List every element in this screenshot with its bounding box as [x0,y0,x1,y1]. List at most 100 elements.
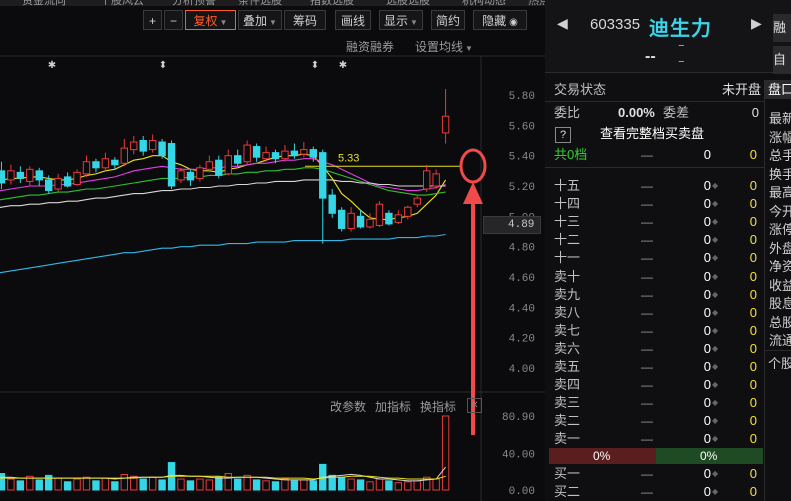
level-volume: 0 [703,413,711,429]
side-panel: 盘口 最新 涨幅 总手 换手 最高 今开 涨停 外盘 净资 收益 股息 总股 流通 个股 [764,80,791,501]
sell-level-row[interactable]: 卖十 —0 ◆ 0 [545,268,764,286]
pankou-tab[interactable]: 盘口 [765,80,791,99]
diamond-icon: ◆ [712,181,719,190]
sell-level-row[interactable]: 卖四 —0 ◆ 0 [545,376,764,394]
volume-bar [16,480,25,491]
divider [545,101,764,102]
volume-bar [394,482,403,491]
candle-body [347,212,355,229]
sell-level-row[interactable]: 十三 —0 ◆ 0 [545,213,764,231]
candle-body [177,170,185,181]
price-tick-label: 4.40 [509,303,535,315]
sell-level-row[interactable]: 十四 —0 ◆ 0 [545,195,764,213]
candle-body [186,171,195,181]
volume-bar [148,476,157,491]
event-marker-icon[interactable]: ⬍ [159,60,167,71]
event-marker-icon[interactable]: ✱ [339,60,347,71]
volume-bar [375,478,384,491]
total-dash: — [641,148,653,162]
candle-body [432,173,440,187]
weicha-value: 0 [751,105,759,120]
full-book-row[interactable]: ? 查看完整档买卖盘 [545,125,764,143]
volume-tick-label: 40.00 [502,449,535,461]
side-item: 净资 [769,259,791,274]
sell-level-row[interactable]: 卖二 —0 ◆ 0 [545,412,764,430]
diamond-icon: ◆ [712,487,719,496]
candlestick-chart[interactable]: ✱⬍⬍✱5.805.605.405.205.004.804.604.404.20… [0,0,545,501]
quote-header: ◀ 603335 迪生力 ▶ -- − − 融 自 [545,0,791,74]
candle-body [243,144,251,163]
volume-bar [101,477,110,491]
event-marker-icon[interactable]: ⬍ [311,60,319,71]
ma-value-label: 5.33 [338,152,359,164]
prev-stock-icon[interactable]: ◀ [557,15,568,32]
candle-body [271,152,280,160]
candle-body [290,150,299,157]
volume-bar [309,480,318,491]
price-tick-label: 4.60 [509,273,535,285]
side-item: 收益 [769,277,791,293]
level-label: 卖十 [554,268,581,284]
volume-bar [0,473,6,491]
total-row: 共0档 — 0 0 [545,146,764,164]
side-item: 换手 [769,166,791,182]
buy-level-row[interactable]: 买一 —0 ◆ 0 [545,465,764,483]
volume-bar [234,478,242,491]
level-volume: 0 [703,268,711,284]
diamond-icon: ◆ [712,253,719,263]
level-volume: 0 [703,214,711,230]
candle-body [205,161,214,170]
sell-level-row[interactable]: 卖九 —0 ◆ 0 [545,286,764,304]
candle-body [423,170,431,190]
volume-bar [196,478,204,491]
sell-level-row[interactable]: 卖五 —0 ◆ 0 [545,358,764,376]
weibi-value: 0.00% [618,105,655,120]
level-change: 0 [749,268,757,284]
price-tick-label: 5.20 [509,182,535,194]
level-change: 0 [749,431,757,447]
huanzhibiao-link[interactable]: 换指标 [420,398,456,415]
event-marker-icon[interactable]: ✱ [48,60,56,71]
side-item: 总股 [769,314,791,330]
level-label: 十五 [554,178,581,193]
rongzi-tab[interactable]: 融 [773,14,791,42]
quote-panel: ◀ 603335 迪生力 ▶ -- − − 融 自 交易状态 未开盘 委比 0.… [545,0,791,501]
zixuan-tab[interactable]: 自 [773,46,791,74]
sell-level-row[interactable]: 十五 —0 ◆ 0 [545,177,764,195]
level-change: 0 [749,413,757,429]
level-label: 卖三 [554,395,581,411]
level-volume: 0 [703,286,711,302]
sell-level-row[interactable]: 卖六 —0 ◆ 0 [545,340,764,358]
level-change: 0 [749,196,757,212]
diamond-icon: ◆ [712,325,719,335]
level-price: — [641,251,653,266]
sell-level-row[interactable]: 卖一 —0 ◆ 0 [545,430,764,448]
vma_white-line [0,466,446,482]
close-icon[interactable]: ✕ [467,398,482,413]
help-icon[interactable]: ? [555,127,571,143]
level-price: — [641,360,653,374]
level-volume: 0 [703,196,711,212]
level-label: 十二 [554,232,581,248]
sell-level-row[interactable]: 十一 —0 ◆ 0 [545,249,764,267]
gegu-label[interactable]: 个股 [768,353,791,372]
level-label: 十四 [554,196,581,212]
level-volume: 0 [703,250,711,266]
level-price: — [641,269,653,284]
candle-body [413,197,421,205]
level-change: 0 [749,322,757,338]
level-price: — [641,287,653,302]
sell-level-row[interactable]: 卖七 —0 ◆ 0 [545,322,764,340]
stock-name: 迪生力 [649,18,712,40]
next-stock-icon[interactable]: ▶ [751,15,762,32]
buy-level-row[interactable]: 买二 —0 ◆ 0 [545,483,764,501]
sell-level-row[interactable]: 十二 —0 ◆ 0 [545,231,764,249]
candle-body [224,155,232,175]
full-book-link[interactable]: 查看完整档买卖盘 [600,125,704,143]
sell-level-row[interactable]: 卖三 —0 ◆ 0 [545,394,764,412]
side-item: 今开 [769,203,791,219]
jiazhibiao-link[interactable]: 加指标 [375,398,411,415]
sell-level-row[interactable]: 卖八 —0 ◆ 0 [545,304,764,322]
gaicanshu-link[interactable]: 改参数 [330,398,366,415]
volume-bar [120,473,128,491]
